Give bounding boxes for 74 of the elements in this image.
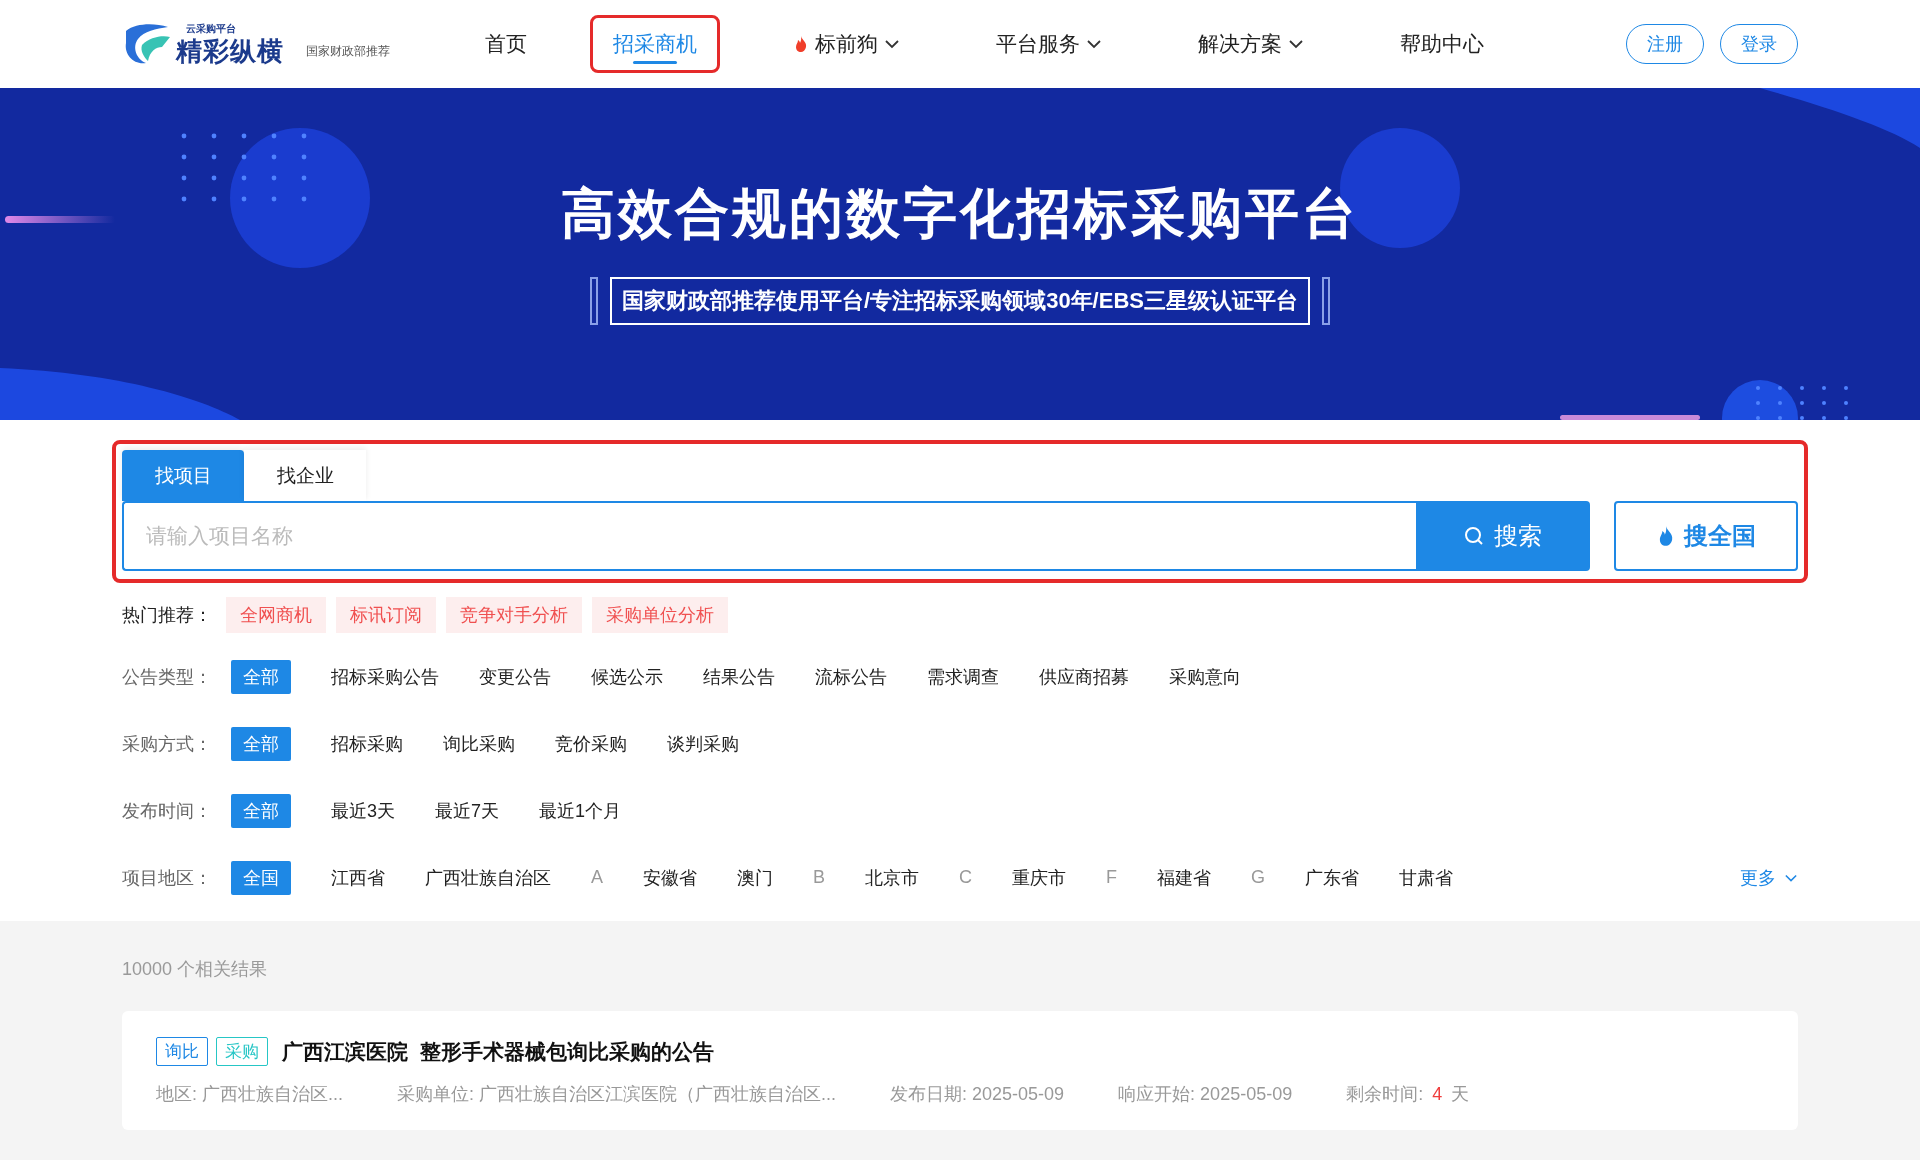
remaining-time: 剩余时间: 4 天 <box>1346 1083 1470 1106</box>
nav-link[interactable]: 平台服务 <box>973 15 1125 73</box>
nav-link[interactable]: 帮助中心 <box>1377 15 1507 73</box>
letter-index: A <box>591 867 603 888</box>
search-icon <box>1464 526 1484 546</box>
nav-link[interactable]: 标前狗 <box>770 15 923 73</box>
filter-option[interactable]: 最近7天 <box>435 793 500 828</box>
result-meta: 发布日期: 2025-05-09 <box>890 1083 1065 1106</box>
result-meta: 地区: 广西壮族自治区... <box>156 1083 343 1106</box>
filter-label: 采购方式： <box>122 732 213 756</box>
filter-label: 项目地区： <box>122 866 213 890</box>
filter-option[interactable]: 北京市 <box>865 860 920 895</box>
register-button[interactable]: 注册 <box>1626 24 1704 64</box>
filter-option[interactable]: 全部 <box>231 659 291 694</box>
filter-option[interactable]: 全部 <box>231 793 291 828</box>
nationwide-search-button[interactable]: 搜全国 <box>1614 501 1798 571</box>
filter-option[interactable]: 福建省 <box>1157 860 1212 895</box>
filter-option[interactable]: 采购意向 <box>1169 659 1241 694</box>
nav-link[interactable]: 首页 <box>462 15 550 73</box>
filter-option[interactable]: 安徽省 <box>643 860 697 895</box>
filter-option[interactable]: 招标采购 <box>331 726 403 761</box>
filter-option[interactable]: 广西壮族自治区 <box>425 860 551 895</box>
filter-option[interactable]: 最近1个月 <box>539 793 622 828</box>
bracket-mark <box>590 277 599 325</box>
result-title[interactable]: 广西江滨医院 整形手术器械包询比采购的公告 <box>282 1037 714 1066</box>
tag: 采购 <box>216 1037 268 1066</box>
filter-option[interactable]: 甘肃省 <box>1399 860 1454 895</box>
filter-option[interactable]: 广东省 <box>1305 860 1360 895</box>
logo-name: 精彩纵横 <box>176 36 284 66</box>
filter-option[interactable]: 流标公告 <box>815 659 887 694</box>
logo-tagline: 国家财政部推荐 <box>306 42 390 60</box>
result-meta: 响应开始: 2025-05-09 <box>1118 1083 1293 1106</box>
filter-option[interactable]: 供应商招募 <box>1039 659 1129 694</box>
search-button[interactable]: 搜索 <box>1416 501 1590 571</box>
filter-option[interactable]: 重庆市 <box>1012 860 1067 895</box>
filter-option[interactable]: 澳门 <box>737 860 773 895</box>
nav-link[interactable]: 解决方案 <box>1175 15 1327 73</box>
letter-index: G <box>1251 867 1266 888</box>
nav-link[interactable]: 招采商机 <box>590 15 720 73</box>
filter-label: 发布时间： <box>122 799 213 823</box>
logo-subtitle: 云采购平台 <box>186 22 237 36</box>
filter-option[interactable]: 全部 <box>231 726 291 761</box>
search-tab[interactable]: 找项目 <box>122 450 244 501</box>
filter-option[interactable]: 最近3天 <box>331 793 395 828</box>
banner-subtitle: 国家财政部推荐使用平台/专注招标采购领域30年/EBS三星级认证平台 <box>610 277 1310 325</box>
chevron-down-icon <box>1086 37 1102 51</box>
chevron-down-icon <box>884 37 900 51</box>
letter-index: C <box>959 867 973 888</box>
tag: 询比 <box>156 1037 208 1066</box>
filter-option[interactable]: 招标采购公告 <box>331 659 439 694</box>
banner-title: 高效合规的数字化招标采购平台 <box>561 182 1359 245</box>
login-button[interactable]: 登录 <box>1720 24 1798 64</box>
filter-option[interactable]: 结果公告 <box>703 659 775 694</box>
letter-index: F <box>1106 867 1118 888</box>
result-count: 10000 个相关结果 <box>122 958 269 981</box>
filter-option[interactable]: 竞价采购 <box>555 726 627 761</box>
search-tab[interactable]: 找企业 <box>244 450 366 501</box>
letter-index: B <box>813 867 826 888</box>
filter-option[interactable]: 变更公告 <box>479 659 551 694</box>
flame-icon <box>793 35 809 53</box>
search-field[interactable]: 请输入项目名称 <box>122 501 1416 571</box>
filter-option[interactable]: 候选公示 <box>591 659 663 694</box>
result-meta: 采购单位: 广西壮族自治区江滨医院（广西壮族自治区... <box>397 1083 837 1106</box>
filter-option[interactable]: 谈判采购 <box>667 726 739 761</box>
bracket-mark <box>1321 277 1330 325</box>
filter-option[interactable]: 询比采购 <box>443 726 515 761</box>
chevron-down-icon <box>1288 37 1304 51</box>
filter-option[interactable]: 需求调查 <box>927 659 999 694</box>
more-link[interactable]: 更多 <box>1740 865 1798 890</box>
filter-option[interactable]: 全国 <box>231 860 291 895</box>
result-card[interactable]: 询比 采购 广西江滨医院 整形手术器械包询比采购的公告 地区: 广西壮族自治区... 采购单位: 广西壮族自治区江滨医院（广西壮族自治区... 发布日期: 2025-05-09 响应开始: 2025-05-09 剩余时间: 4 天 <box>122 1011 1798 1130</box>
hot-label: 热门推荐： <box>122 604 212 627</box>
filter-label: 公告类型： <box>122 665 213 689</box>
filter-option[interactable]: 江西省 <box>331 860 385 895</box>
